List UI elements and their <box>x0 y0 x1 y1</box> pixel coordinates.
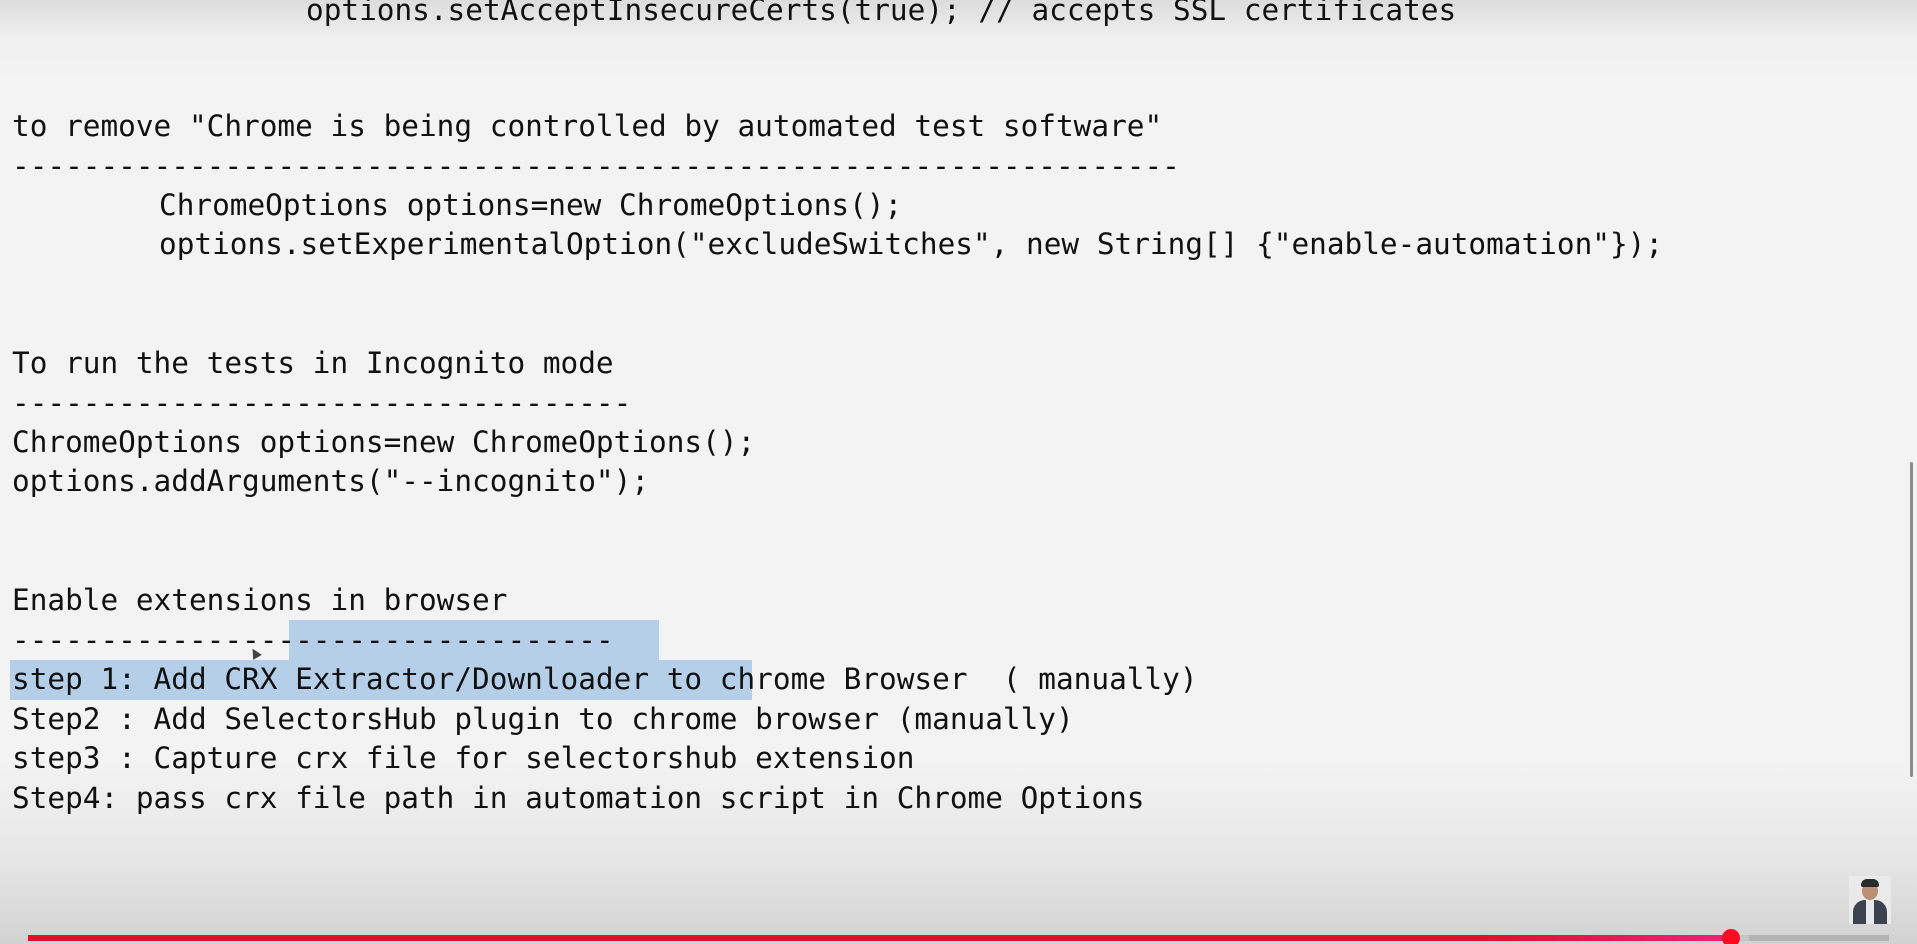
code-line: ChromeOptions options=new ChromeOptions(… <box>12 425 756 459</box>
section-heading: Enable extensions in browser <box>12 583 508 617</box>
presenter-avatar-icon <box>1849 876 1891 924</box>
section-rule: ---------------------------------- <box>12 623 614 657</box>
video-frame: options.setAcceptInsecureCerts(true); //… <box>0 0 1917 944</box>
code-line: options.setExperimentalOption("excludeSw… <box>159 227 1664 261</box>
section-heading: to remove "Chrome is being controlled by… <box>12 109 1163 143</box>
step-line: Step4: pass crx file path in automation … <box>12 781 1145 815</box>
step-line: step3 : Capture crx file for selectorshu… <box>12 741 915 775</box>
step-line: step 1: Add CRX Extractor/Downloader to … <box>12 662 1198 696</box>
code-line: ChromeOptions options=new ChromeOptions(… <box>159 188 903 222</box>
progress-scrubber-handle[interactable] <box>1721 929 1740 944</box>
code-line: options.addArguments("--incognito"); <box>12 464 650 498</box>
document-scrollbar[interactable] <box>1910 462 1913 777</box>
step-line: Step2 : Add SelectorsHub plugin to chrom… <box>12 702 1074 736</box>
prev-code-line: options.setAcceptInsecureCerts(true); //… <box>306 0 1457 27</box>
section-heading: To run the tests in Incognito mode <box>12 346 614 380</box>
video-progress-bar[interactable] <box>28 929 1889 944</box>
section-rule: ----------------------------------------… <box>12 149 1180 183</box>
section-rule: ----------------------------------- <box>12 386 632 420</box>
progress-played <box>28 935 1731 941</box>
